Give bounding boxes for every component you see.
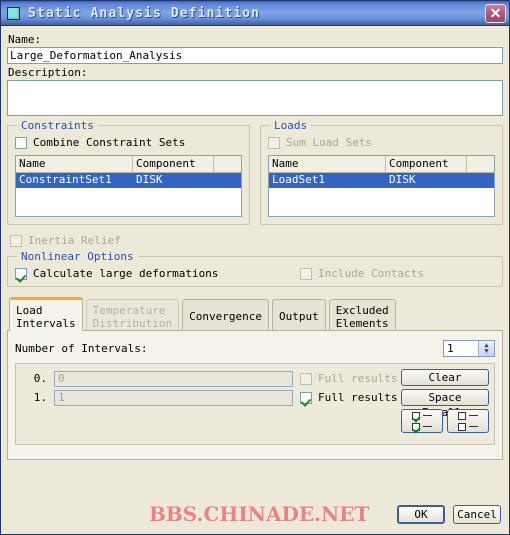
window-title: Static Analysis Definition [28,5,261,21]
constraints-group-title: Constraints [17,119,98,132]
description-input[interactable] [7,80,503,116]
calculate-large-deformations-checkbox[interactable] [15,267,27,280]
static-analysis-definition-dialog: Static Analysis Definition ✕ Name: Large… [0,0,510,535]
constraints-column: Constraints Combine Constraint Sets Name… [7,116,250,225]
constraints-col-extra [214,156,241,172]
dialog-footer: BBS.CHINADE.NET OK Cancel [1,500,509,534]
interval-0-full-results-checkbox [300,372,312,385]
tab-excluded-elements[interactable]: Excluded Elements [328,299,396,331]
tab-load-intervals[interactable]: Load Intervals [9,297,83,331]
intervals-table: 0. 0 Full results 1. 1 Full results Clea… [15,363,495,445]
number-of-intervals-label: Number of Intervals: [15,341,148,355]
load-row-component: DISK [389,173,416,186]
space-equally-button[interactable]: Space Equally [401,389,489,419]
name-input[interactable]: Large_Deformation_Analysis [7,47,503,64]
interval-1-full-results-checkbox[interactable] [300,391,312,404]
constraints-list-header: Name Component [16,156,241,173]
interval-1-full-results-label: Full results [318,391,398,404]
clear-button[interactable]: Clear [401,369,489,386]
app-square-icon [7,6,20,20]
load-row-extra [467,173,494,188]
load-row-name: LoadSet1 [272,173,325,186]
combine-constraint-sets-label: Combine Constraint Sets [33,136,186,149]
table-row[interactable]: LoadSet1 DISK [269,173,494,188]
interval-0-input: 0 [54,370,293,387]
ok-button[interactable]: OK [397,505,445,524]
sum-load-sets-label: Sum Load Sets [286,136,373,149]
number-of-intervals-value[interactable]: 1 [444,341,478,356]
sets-row: Constraints Combine Constraint Sets Name… [7,116,503,225]
constraint-row-component: DISK [136,173,163,186]
loads-col-component: Component [386,156,467,172]
close-icon[interactable]: ✕ [485,3,506,23]
loads-column: Loads Sum Load Sets Name Component LoadS… [260,116,503,225]
description-label: Description: [8,66,88,79]
check-all-button[interactable] [401,409,443,433]
loads-col-extra [467,156,494,172]
tab-load-intervals-line2: Intervals [16,316,76,330]
interval-0-full-results-label: Full results [318,372,398,385]
tab-temperature-distribution-line2: Distribution [92,316,173,330]
chevron-down-icon[interactable]: ▼ [484,348,488,355]
interval-0-full-results: Full results [293,371,397,386]
tab-excluded-elements-line2: Elements [335,316,389,330]
include-contacts-row: Include Contacts [300,266,495,281]
tab-convergence-line1: Convergence [189,310,262,323]
interval-1-input[interactable]: 1 [54,389,293,406]
intervals-rows: 0. 0 Full results 1. 1 Full results [21,369,397,444]
tab-temperature-distribution-line1: Temperature [92,303,166,317]
calculate-large-deformations-label: Calculate large deformations [33,267,219,280]
watermark: BBS.CHINADE.NET [149,502,370,526]
calculate-large-deformations-row[interactable]: Calculate large deformations [15,266,300,281]
tab-output[interactable]: Output [271,299,326,331]
number-of-intervals-row: Number of Intervals: 1 ▲ ▼ [15,339,495,357]
dialog-body: Name: Large_Deformation_Analysis Descrip… [1,26,509,534]
uncheck-all-button[interactable] [447,409,489,433]
combine-constraint-sets-row[interactable]: Combine Constraint Sets [15,135,242,150]
interval-1-full-results[interactable]: Full results [293,390,397,405]
constraints-col-name: Name [16,156,133,172]
check-all-icon [412,411,432,431]
loads-list-header: Name Component [269,156,494,173]
tab-output-line1: Output [278,310,319,323]
number-of-intervals-stepper[interactable]: 1 ▲ ▼ [443,339,495,357]
combine-constraint-sets-checkbox[interactable] [15,136,27,149]
title-bar: Static Analysis Definition ✕ [1,1,509,26]
constraint-row-extra [214,173,241,188]
footer-buttons: OK Cancel [397,505,501,524]
tab-load-intervals-line1: Load [16,303,43,317]
table-row[interactable]: ConstraintSet1 DISK [16,173,241,188]
tab-convergence[interactable]: Convergence [182,299,269,331]
include-contacts-label: Include Contacts [318,267,424,280]
nonlinear-options-group: Nonlinear Options Calculate large deform… [7,250,503,287]
loads-col-name: Name [269,156,386,172]
stepper-buttons[interactable]: ▲ ▼ [478,340,494,356]
loads-group-title: Loads [270,119,312,132]
name-label: Name: [8,33,42,46]
inertia-relief-row: Inertia Relief [10,233,503,248]
loads-group: Loads Sum Load Sets Name Component LoadS… [260,119,503,225]
uncheck-all-icon [458,411,478,431]
constraints-list[interactable]: Name Component ConstraintSet1 DISK [15,155,242,217]
loads-list[interactable]: Name Component LoadSet1 DISK [268,155,495,217]
interval-0-index: 0. [33,372,47,385]
sum-load-sets-row: Sum Load Sets [268,135,495,150]
interval-row-1: 1. 1 Full results [21,388,397,407]
inertia-relief-label: Inertia Relief [28,234,121,247]
interval-row-0: 0. 0 Full results [21,369,397,388]
constraints-col-component: Component [133,156,214,172]
nonlinear-options-title: Nonlinear Options [17,250,138,263]
inertia-relief-checkbox [10,234,22,247]
tab-strip: Load Intervals Temperature Distribution … [7,297,503,331]
tab-excluded-elements-line1: Excluded [335,303,389,317]
interval-1-index: 1. [33,391,47,404]
cancel-button[interactable]: Cancel [453,505,501,524]
sum-load-sets-checkbox [268,136,280,149]
constraint-row-name: ConstraintSet1 [19,173,112,186]
tab-temperature-distribution: Temperature Distribution [85,299,180,331]
constraints-group: Constraints Combine Constraint Sets Name… [7,119,250,225]
include-contacts-checkbox [300,267,312,280]
load-intervals-panel: Number of Intervals: 1 ▲ ▼ 0. 0 Full res… [7,330,503,460]
intervals-actions: Clear Space Equally [397,369,489,444]
